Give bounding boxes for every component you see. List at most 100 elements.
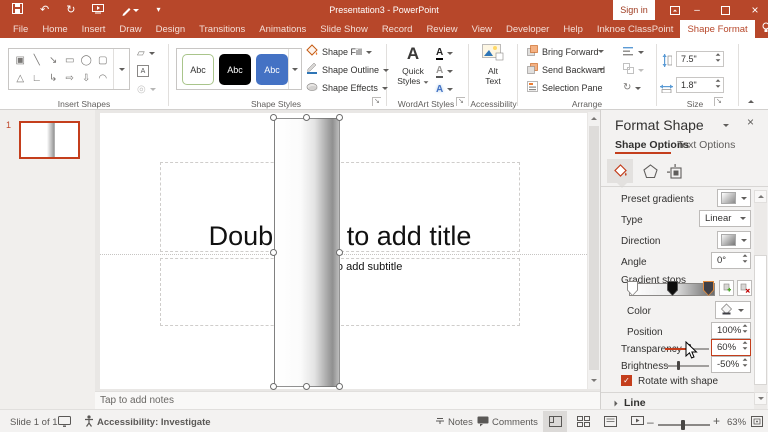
normal-view-button[interactable] <box>543 411 567 432</box>
tab-shape-format[interactable]: Shape Format <box>680 20 755 38</box>
title-placeholder[interactable]: Double tap to add title <box>160 162 520 252</box>
shape-freeform-icon[interactable]: ◠ <box>95 69 112 87</box>
shape-styles-more-button[interactable] <box>288 49 301 89</box>
undo-icon[interactable]: ↶ <box>40 4 49 16</box>
slide-area-scrollbar[interactable] <box>588 112 600 389</box>
color-dropdown[interactable] <box>715 301 751 319</box>
scroll-down-icon[interactable] <box>588 374 600 387</box>
rotate-button[interactable]: ↻ <box>623 81 642 95</box>
shape-effects-button[interactable]: Shape Effects <box>306 81 388 95</box>
tab-record[interactable]: Record <box>375 20 420 38</box>
shape-triangle-icon[interactable]: △ <box>12 69 29 87</box>
effects-tab-icon[interactable] <box>639 161 661 181</box>
size-dialog-launcher[interactable] <box>714 97 723 106</box>
shape-handle-bottom-left[interactable] <box>270 383 277 390</box>
scroll-up-icon[interactable] <box>588 112 600 125</box>
comments-toggle[interactable]: Comments <box>492 417 538 428</box>
collapse-ribbon-icon[interactable] <box>748 100 754 103</box>
minimize-button[interactable]: – <box>684 0 710 20</box>
accessibility-status[interactable]: Accessibility: Investigate <box>97 417 211 428</box>
shape-rectangle-icon[interactable]: ▭ <box>62 51 79 69</box>
shape-handle-top-middle[interactable] <box>303 114 310 121</box>
shape-elbow-arrow-icon[interactable]: ↳ <box>45 69 62 87</box>
tab-help[interactable]: Help <box>556 20 590 38</box>
height-spinner[interactable] <box>715 53 721 62</box>
shape-width-input[interactable]: 1.8" <box>676 77 724 93</box>
panel-scroll-up-icon[interactable] <box>754 190 767 203</box>
subtitle-placeholder[interactable]: Double tap to add subtitle <box>160 258 520 326</box>
tab-animations[interactable]: Animations <box>252 20 313 38</box>
shape-down-arrow-icon[interactable]: ⇩ <box>78 69 95 87</box>
position-input[interactable]: 100% <box>711 322 751 339</box>
panel-scrollbar[interactable] <box>754 190 767 409</box>
bring-forward-dropdown[interactable] <box>598 50 604 53</box>
zoom-out-button[interactable]: – <box>647 415 654 429</box>
brightness-slider[interactable] <box>665 365 709 367</box>
shapes-gallery[interactable]: ▣ ╲ ↘ ▭ ◯ ▢ △ ∟ ↳ ⇨ ⇩ ◠ <box>8 48 130 90</box>
tab-draw[interactable]: Draw <box>112 20 148 38</box>
draw-pen-icon[interactable] <box>121 5 140 16</box>
tab-slide-show[interactable]: Slide Show <box>313 20 375 38</box>
shape-style-preset-2[interactable]: Abc <box>219 54 251 85</box>
maximize-button[interactable] <box>712 0 738 20</box>
tab-design[interactable]: Design <box>149 20 193 38</box>
edit-shape-button[interactable]: ▱ <box>137 46 155 60</box>
wordart-dialog-launcher[interactable] <box>456 97 465 106</box>
shape-rounded-rect-icon[interactable]: ▢ <box>95 51 112 69</box>
angle-spinner[interactable] <box>742 254 748 263</box>
close-button[interactable]: × <box>742 0 768 20</box>
start-slideshow-icon[interactable] <box>92 3 105 17</box>
scrollbar-thumb[interactable] <box>589 126 599 370</box>
text-box-button[interactable]: A <box>137 64 149 78</box>
transparency-input[interactable]: 60% <box>711 339 751 356</box>
group-button[interactable] <box>623 63 644 77</box>
transparency-spinner[interactable] <box>742 341 748 350</box>
text-effects-button[interactable]: A <box>436 82 454 96</box>
notes-toggle[interactable]: Notes <box>448 417 473 428</box>
send-backward-dropdown[interactable] <box>598 68 604 71</box>
type-dropdown[interactable]: Linear <box>699 210 751 227</box>
selected-gradient-shape[interactable] <box>274 118 340 387</box>
tab-file[interactable]: File <box>6 20 35 38</box>
tab-transitions[interactable]: Transitions <box>192 20 252 38</box>
panel-scrollbar-thumb[interactable] <box>754 255 767 385</box>
panel-collapse-icon[interactable] <box>723 124 729 127</box>
merge-shapes-button[interactable]: ◎ <box>137 82 156 96</box>
text-fill-button[interactable]: A <box>436 46 454 60</box>
tell-me-box[interactable]: Tell me <box>755 20 768 38</box>
shape-style-preset-1[interactable]: Abc <box>182 54 214 85</box>
shape-textbox-icon[interactable]: ▣ <box>12 51 29 69</box>
panel-close-icon[interactable]: × <box>747 115 754 129</box>
display-settings-icon[interactable] <box>58 416 71 430</box>
shape-outline-button[interactable]: Shape Outline <box>306 62 390 77</box>
sign-in-button[interactable]: Sign in <box>613 0 655 20</box>
shape-elbow-icon[interactable]: ∟ <box>29 69 46 87</box>
text-outline-button[interactable]: A <box>436 64 454 78</box>
notes-pane[interactable]: Tap to add notes <box>95 391 600 409</box>
bring-forward-button[interactable]: Bring Forward <box>527 45 607 59</box>
size-properties-tab-icon[interactable] <box>663 161 685 181</box>
tab-inknoe-classpoint[interactable]: Inknoe ClassPoint <box>590 20 681 38</box>
slide-thumbnail[interactable] <box>19 121 80 159</box>
slide-show-view-button[interactable] <box>625 411 649 432</box>
panel-tab-text-options[interactable]: Text Options <box>677 139 735 151</box>
shape-line-icon[interactable]: ╲ <box>29 51 46 69</box>
direction-dropdown[interactable] <box>717 231 751 249</box>
alt-text-button[interactable]: Alt Text <box>476 44 510 98</box>
fit-slide-to-window-icon[interactable] <box>751 416 763 430</box>
shape-arrow-line-icon[interactable]: ↘ <box>45 51 62 69</box>
shape-oval-icon[interactable]: ◯ <box>78 51 95 69</box>
shape-handle-middle-right[interactable] <box>336 249 343 256</box>
remove-gradient-stop-button[interactable] <box>737 280 752 296</box>
tab-review[interactable]: Review <box>419 20 464 38</box>
shape-fill-button[interactable]: Shape Fill <box>306 44 373 59</box>
send-backward-button[interactable]: Send Backward <box>527 63 607 77</box>
shape-styles-dialog-launcher[interactable] <box>372 97 381 106</box>
shape-handle-top-right[interactable] <box>336 114 343 121</box>
brightness-spinner[interactable] <box>742 358 748 367</box>
save-icon[interactable] <box>12 3 23 17</box>
shape-handle-middle-left[interactable] <box>270 249 277 256</box>
selection-pane-button[interactable]: Selection Pane <box>527 81 603 95</box>
angle-input[interactable]: 0° <box>711 252 751 269</box>
shape-height-input[interactable]: 7.5" <box>676 51 724 67</box>
